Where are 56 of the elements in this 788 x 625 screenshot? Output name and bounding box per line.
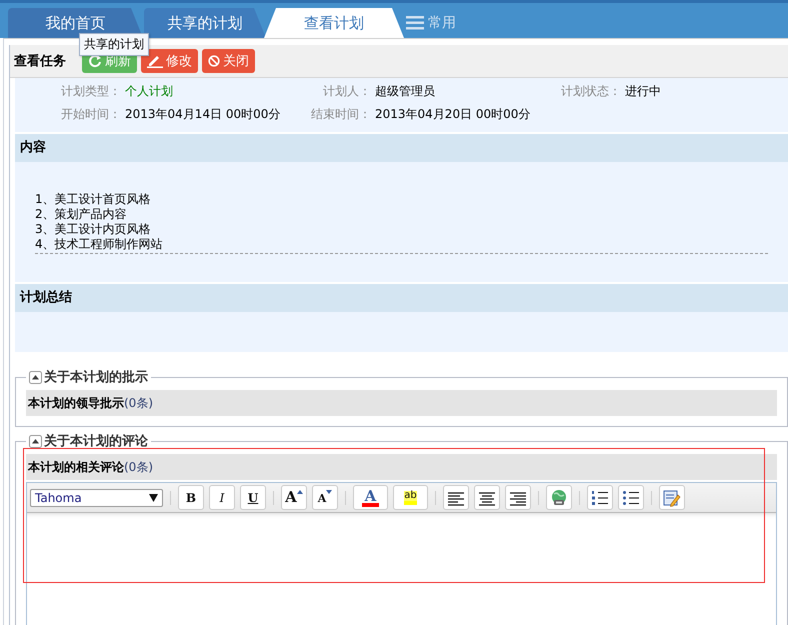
up-arrow-icon <box>296 490 303 494</box>
section-header: 计划总结 <box>15 284 788 312</box>
highlight-button[interactable]: ab <box>393 485 428 510</box>
rich-text-editor[interactable]: Tahoma B I U A A A ab <box>26 482 777 625</box>
caret-icon <box>149 494 158 502</box>
field-label: 计划人： <box>322 83 372 100</box>
edit-source-button[interactable] <box>659 485 685 510</box>
field-value: 进行中 <box>625 83 662 100</box>
field-value: 超级管理员 <box>375 83 436 100</box>
bullet-list-icon <box>622 490 640 506</box>
underline-button[interactable]: U <box>240 485 266 510</box>
fieldset-heading: 本计划的相关评论(0条) <box>28 458 153 476</box>
page-title: 查看任务 <box>14 53 66 70</box>
field-label: 计划类型： <box>60 83 122 100</box>
bold-button[interactable]: B <box>178 485 204 510</box>
align-center-button[interactable] <box>474 485 500 510</box>
align-right-button[interactable] <box>505 485 531 510</box>
section-header: 内容 <box>15 134 788 162</box>
tooltip: 共享的计划 <box>79 33 149 56</box>
content-line: 4、技术工程师制作网站 <box>35 237 164 252</box>
menu-icon <box>406 16 424 30</box>
font-color-button[interactable]: A <box>353 485 388 510</box>
field-label: 计划状态： <box>560 83 622 100</box>
field-value: 2013年04月20日 00时00分 <box>375 106 532 123</box>
fieldset-legend: 关于本计划的批示 <box>44 368 148 386</box>
content-line: 1、美工设计首页风格 <box>35 192 152 207</box>
globe-button[interactable] <box>546 485 572 510</box>
tab[interactable]: 我的首页 <box>8 8 143 38</box>
content-line: 3、美工设计内页风格 <box>35 222 152 237</box>
document-pencil-icon <box>663 488 681 506</box>
pencil-icon <box>147 54 163 68</box>
field-label: 结束时间： <box>310 106 372 123</box>
field-label: 开始时间： <box>60 106 122 123</box>
tab[interactable]: 查看计划 <box>264 8 404 38</box>
fieldset-heading: 本计划的领导批示(0条) <box>28 394 153 412</box>
font-size-up-button[interactable]: A <box>281 485 307 510</box>
ban-icon <box>208 55 220 67</box>
bullet-list-button[interactable] <box>618 485 644 510</box>
align-left-button[interactable] <box>443 485 469 510</box>
field-value: 2013年04月14日 00时00分 <box>125 106 282 123</box>
refresh-icon <box>88 54 102 68</box>
tab[interactable]: 共享的计划 <box>144 8 266 38</box>
content-line: 2、策划产品内容 <box>35 207 128 222</box>
italic-button[interactable]: I <box>209 485 235 510</box>
font-dropdown[interactable]: Tahoma <box>30 488 163 506</box>
fieldset-legend: 关于本计划的评论 <box>44 432 148 450</box>
field-value: 个人计划 <box>125 83 174 100</box>
edit-button[interactable]: 修改 <box>141 49 198 73</box>
numbered-list-button[interactable] <box>587 485 613 510</box>
globe-icon <box>550 488 568 506</box>
font-size-down-button[interactable]: A <box>312 485 338 510</box>
down-arrow-icon <box>326 490 332 494</box>
collapse-icon[interactable] <box>29 434 42 448</box>
numbered-list-icon <box>591 490 609 506</box>
close-button[interactable]: 关闭 <box>202 49 255 73</box>
collapse-icon[interactable] <box>29 370 42 384</box>
